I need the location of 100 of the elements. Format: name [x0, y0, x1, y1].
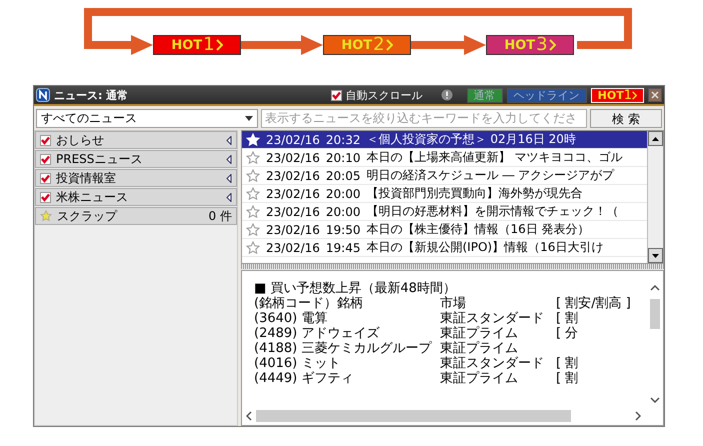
- star-icon[interactable]: [246, 222, 260, 236]
- news-row[interactable]: 23/02/16 19:45 本日の【新規公開(IPO)】情報（16日大引け: [242, 239, 647, 257]
- stock-rating: [ 割: [556, 371, 580, 386]
- news-time: 19:45: [326, 240, 360, 254]
- up-arrow-icon: [652, 136, 659, 140]
- chevron-right-icon: [216, 39, 223, 51]
- checkbox[interactable]: [40, 154, 51, 164]
- news-date: 23/02/16: [266, 132, 320, 146]
- news-date: 23/02/16: [266, 186, 320, 200]
- chevron-down-icon[interactable]: [650, 397, 660, 403]
- news-headline: ＜個人投資家の予想＞ 02月16日 20時: [366, 131, 576, 148]
- checkbox[interactable]: [330, 90, 342, 100]
- scrap-label: スクラップ: [57, 208, 118, 224]
- window-title: ニュース: 通常: [54, 88, 130, 102]
- star-icon[interactable]: [246, 150, 260, 164]
- category-label: 投資情報室: [56, 170, 117, 186]
- scrap-count: 0 件: [208, 208, 232, 224]
- news-headline: 【明日の好悪材料】を開示情報でチェック！（: [366, 203, 618, 220]
- news-date: 23/02/16: [266, 204, 320, 218]
- news-headline: 本日の【上場来高値更新】 マツキヨココ、ゴル: [366, 149, 622, 166]
- scroll-down-button[interactable]: [648, 248, 663, 263]
- stock-name: (4449) ギフティ: [254, 371, 354, 386]
- collapse-arrow-icon[interactable]: [226, 136, 232, 144]
- stock-rating: [ 割: [556, 311, 580, 326]
- mode-tab[interactable]: ヘッドライン: [506, 88, 587, 102]
- app-logo-icon: [36, 88, 50, 102]
- hot-badge: HOT 1: [153, 35, 241, 55]
- checkbox[interactable]: [40, 134, 51, 146]
- news-row[interactable]: 23/02/16 20:10 本日の【上場来高値更新】 マツキヨココ、ゴル: [242, 149, 647, 167]
- news-row[interactable]: 23/02/16 20:00 【投資部門別売買動向】海外勢が現先合: [242, 185, 647, 203]
- hot-badge: HOT3: [486, 35, 574, 55]
- category-item[interactable]: PRESSニュース: [35, 150, 237, 168]
- stock-name: (3640) 電算: [254, 311, 328, 326]
- scrap-item[interactable]: スクラップ 0 件: [35, 207, 237, 225]
- star-icon[interactable]: [246, 186, 260, 200]
- news-time: 20:05: [326, 168, 360, 182]
- checkbox[interactable]: [40, 172, 51, 184]
- search-button[interactable]: 検 索: [590, 108, 662, 128]
- stock-market: 東証スタンダード: [440, 311, 545, 326]
- news-headline: 本日の【株主優待】情報（16日 発表分）: [366, 221, 590, 238]
- news-headline: 【投資部門別売買動向】海外勢が現先合: [366, 185, 582, 202]
- checkbox[interactable]: [40, 192, 51, 202]
- chevron-left-icon[interactable]: [246, 411, 252, 421]
- collapse-arrow-icon[interactable]: [226, 174, 232, 182]
- news-headline: 本日の【新規公開(IPO)】情報（16日大引け: [366, 239, 604, 256]
- category-item[interactable]: おしらせ: [35, 131, 237, 149]
- chevron-right-icon: [548, 39, 556, 51]
- stock-name: (2489) アドウェイズ: [254, 326, 380, 341]
- star-icon: [40, 210, 52, 222]
- stock-market: 東証プライム: [440, 371, 519, 386]
- news-row[interactable]: 23/02/16 20:32 ＜個人投資家の予想＞ 02月16日 20時: [242, 131, 647, 149]
- auto-scroll-label: 自動スクロール: [346, 88, 423, 102]
- news-headline: 明日の経済スケジュール ― アクシージアがプ: [366, 167, 614, 184]
- column-header: (銘柄コード）銘柄: [254, 296, 364, 311]
- chevron-right-icon: [386, 39, 393, 51]
- column-header: [ 割安/割高 ]: [556, 296, 632, 311]
- collapse-arrow-icon[interactable]: [226, 192, 232, 202]
- star-icon[interactable]: [246, 168, 260, 182]
- hot-badge: HOT2: [323, 35, 411, 55]
- stock-name: (4016) ミット: [254, 356, 342, 371]
- news-time: 20:32: [326, 132, 360, 146]
- chevron-right-icon: [632, 90, 637, 100]
- news-time: 20:10: [326, 150, 360, 164]
- star-icon[interactable]: [246, 204, 260, 218]
- alert-icon[interactable]: [440, 89, 453, 101]
- news-time: 20:00: [326, 186, 360, 200]
- news-date: 23/02/16: [266, 222, 320, 236]
- news-date: 23/02/16: [266, 240, 320, 254]
- category-item[interactable]: 投資情報室: [35, 169, 237, 187]
- scroll-thumb[interactable]: [256, 410, 571, 422]
- stock-market: 東証スタンダード: [440, 356, 545, 371]
- news-row[interactable]: 23/02/16 19:50 本日の【株主優待】情報（16日 発表分）: [242, 221, 647, 239]
- category-label: PRESSニュース: [56, 150, 144, 168]
- news-date: 23/02/16: [266, 168, 320, 182]
- stock-name: (4188) 三菱ケミカルグループ: [254, 341, 433, 356]
- stock-market: 東証プライム: [440, 326, 519, 341]
- column-header: 市場: [440, 296, 467, 311]
- star-icon[interactable]: [246, 240, 260, 254]
- scroll-thumb[interactable]: [650, 299, 660, 329]
- news-date: 23/02/16: [266, 150, 320, 164]
- news-time: 19:50: [326, 222, 360, 236]
- category-label: 米株ニュース: [56, 188, 129, 206]
- scrollbar[interactable]: [647, 131, 663, 263]
- news-row[interactable]: 23/02/16 20:00 【明日の好悪材料】を開示情報でチェック！（: [242, 203, 647, 221]
- scroll-up-button[interactable]: [648, 131, 663, 146]
- stock-rating: [ 分: [556, 326, 580, 341]
- stock-market: 東証プライム: [440, 341, 519, 356]
- stock-rating: [ 割: [556, 356, 580, 371]
- news-row[interactable]: 23/02/16 20:05 明日の経済スケジュール ― アクシージアがプ: [242, 167, 647, 185]
- search-field[interactable]: 表示するニュースを絞り込むキーワードを入力してくださ: [261, 108, 587, 128]
- news-time: 20:00: [326, 204, 360, 218]
- chevron-up-icon[interactable]: [650, 285, 660, 291]
- news-filter-dropdown[interactable]: すべてのニュース: [36, 108, 258, 128]
- category-item[interactable]: 米株ニュース: [35, 188, 237, 206]
- chevron-right-icon[interactable]: [635, 411, 641, 421]
- detail-title: ■ 買い予想数上昇（最新48時間）: [254, 281, 457, 296]
- category-label: おしらせ: [56, 132, 105, 148]
- close-button[interactable]: [648, 88, 662, 102]
- collapse-arrow-icon[interactable]: [226, 154, 232, 164]
- caret-icon: [245, 116, 253, 120]
